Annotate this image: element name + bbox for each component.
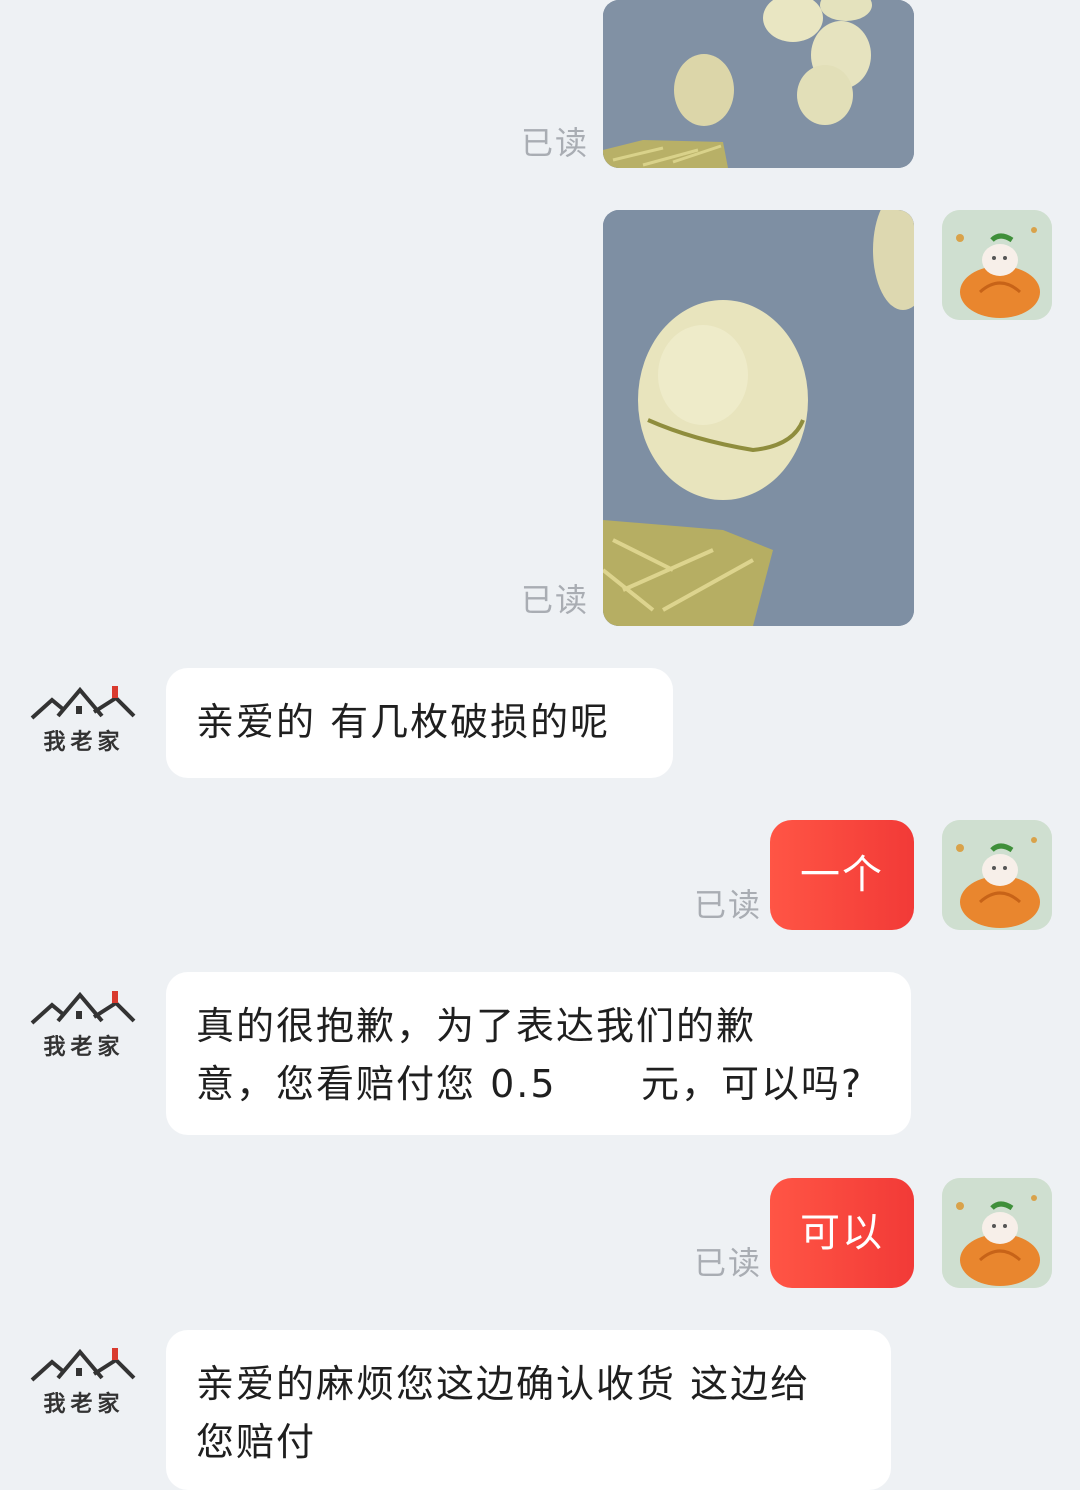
read-status: 已读 <box>521 124 590 162</box>
user-avatar[interactable] <box>942 1178 1052 1288</box>
user-avatar[interactable] <box>942 210 1052 320</box>
message-bubble-user[interactable]: 可以 <box>770 1178 914 1288</box>
shop-avatar[interactable]: 我老家 <box>30 981 140 1091</box>
shop-name: 我老家 <box>43 729 125 755</box>
message-line: 意，您看赔付您 0.5 元，可以吗? <box>196 1062 864 1106</box>
message-line: 真的很抱歉，为了表达我们的歉 <box>196 1004 757 1048</box>
shop-name: 我老家 <box>43 1034 125 1060</box>
message-image-eggs[interactable] <box>603 0 914 168</box>
user-avatar[interactable] <box>942 820 1052 930</box>
shop-avatar[interactable]: 我老家 <box>30 676 140 786</box>
message-line: 您赔付 <box>196 1420 317 1464</box>
read-status: 已读 <box>694 1244 763 1282</box>
read-status: 已读 <box>521 581 590 619</box>
shop-avatar[interactable]: 我老家 <box>30 1338 140 1448</box>
message-bubble-shop[interactable]: 亲爱的麻烦您这边确认收货 这边给 您赔付 <box>166 1330 891 1490</box>
read-status: 已读 <box>694 886 763 924</box>
message-image-egg-closeup[interactable] <box>603 210 914 626</box>
message-bubble-shop[interactable]: 真的很抱歉，为了表达我们的歉 意，您看赔付您 0.5 元，可以吗? <box>166 972 911 1135</box>
message-bubble-user[interactable]: 一个 <box>770 820 914 930</box>
message-line: 亲爱的麻烦您这边确认收货 这边给 <box>196 1362 811 1406</box>
message-bubble-shop[interactable]: 亲爱的 有几枚破损的呢 <box>166 668 673 778</box>
shop-name: 我老家 <box>43 1391 125 1417</box>
chat-message-list[interactable]: 已读 已读 我老家 亲爱的 有几枚破损的呢 已读 一个 我老家 真的很抱歉，为了… <box>0 0 1080 1490</box>
